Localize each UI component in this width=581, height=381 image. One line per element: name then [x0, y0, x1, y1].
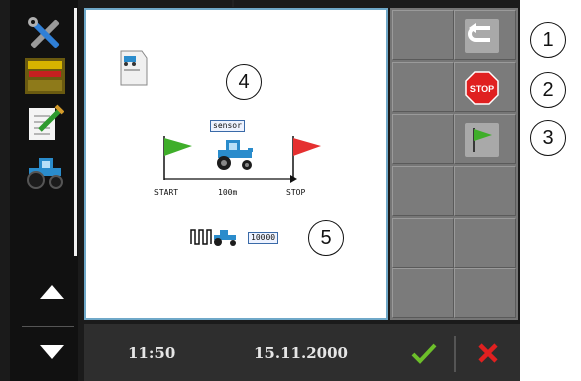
softkey-left-2[interactable] — [392, 62, 454, 112]
tools-icon — [28, 17, 60, 49]
tools-menu-button[interactable] — [22, 14, 68, 54]
accept-button[interactable] — [406, 336, 442, 370]
document-icon[interactable] — [120, 50, 148, 86]
cancel-button[interactable] — [470, 336, 506, 370]
checkmark-icon — [411, 343, 437, 364]
pulse-tractor-icon — [190, 229, 236, 246]
terminal-frame: sensor START 100m STOP 10000 4 5 STOP 11… — [0, 0, 520, 381]
softkey-left-4[interactable] — [392, 166, 454, 216]
stop-icon-label: STOP — [470, 84, 494, 94]
checklist-icon — [29, 104, 64, 140]
checklist-menu-button[interactable] — [22, 104, 68, 144]
triangle-down-icon — [40, 345, 64, 359]
main-display: sensor START 100m STOP 10000 4 5 — [84, 8, 388, 320]
status-bar: 11:50 15.11.2000 — [84, 324, 520, 381]
top-indicator — [232, 0, 234, 7]
softkey-right-5[interactable] — [454, 218, 516, 268]
pulse-count-field[interactable]: 10000 — [248, 232, 279, 244]
callout-2: 2 — [530, 72, 566, 108]
softkey-right-6[interactable] — [454, 268, 516, 318]
tractor-icon — [217, 140, 253, 170]
left-column-divider — [22, 326, 74, 327]
start-flag-button[interactable] — [454, 114, 516, 164]
product-menu-button[interactable] — [22, 56, 68, 96]
softkey-left-3[interactable] — [392, 114, 454, 164]
softkey-right-4[interactable] — [454, 166, 516, 216]
scroll-down-button[interactable] — [20, 328, 84, 376]
green-flag-icon — [465, 123, 499, 157]
return-button[interactable] — [454, 10, 516, 60]
stop-icon: STOP — [465, 71, 499, 105]
softkey-left-6[interactable] — [392, 268, 454, 318]
status-divider — [454, 336, 456, 372]
softkey-left-1[interactable] — [392, 10, 454, 60]
softkey-left-5[interactable] — [392, 218, 454, 268]
product-icon — [25, 58, 65, 94]
callout-3: 3 — [530, 120, 566, 156]
left-softkey-column — [10, 0, 78, 381]
left-scrollbar[interactable] — [74, 8, 77, 256]
distance-label: 100m — [218, 188, 238, 197]
tractor-menu-button[interactable] — [22, 152, 68, 192]
date-display: 15.11.2000 — [254, 344, 348, 362]
right-softkey-column: STOP — [390, 8, 518, 320]
time-display: 11:50 — [128, 344, 176, 362]
tractor-icon — [27, 158, 63, 189]
callout-5: 5 — [308, 220, 344, 256]
sensor-label: sensor — [210, 120, 245, 132]
stop-button[interactable]: STOP — [454, 62, 516, 112]
scroll-up-button[interactable] — [20, 268, 84, 316]
start-label: START — [154, 188, 179, 197]
callout-1: 1 — [530, 22, 566, 58]
stop-label: STOP — [286, 188, 306, 197]
distance-arrow — [164, 175, 297, 183]
close-icon — [478, 343, 498, 363]
return-icon — [465, 19, 499, 53]
triangle-up-icon — [40, 285, 64, 299]
callout-4: 4 — [226, 64, 262, 100]
